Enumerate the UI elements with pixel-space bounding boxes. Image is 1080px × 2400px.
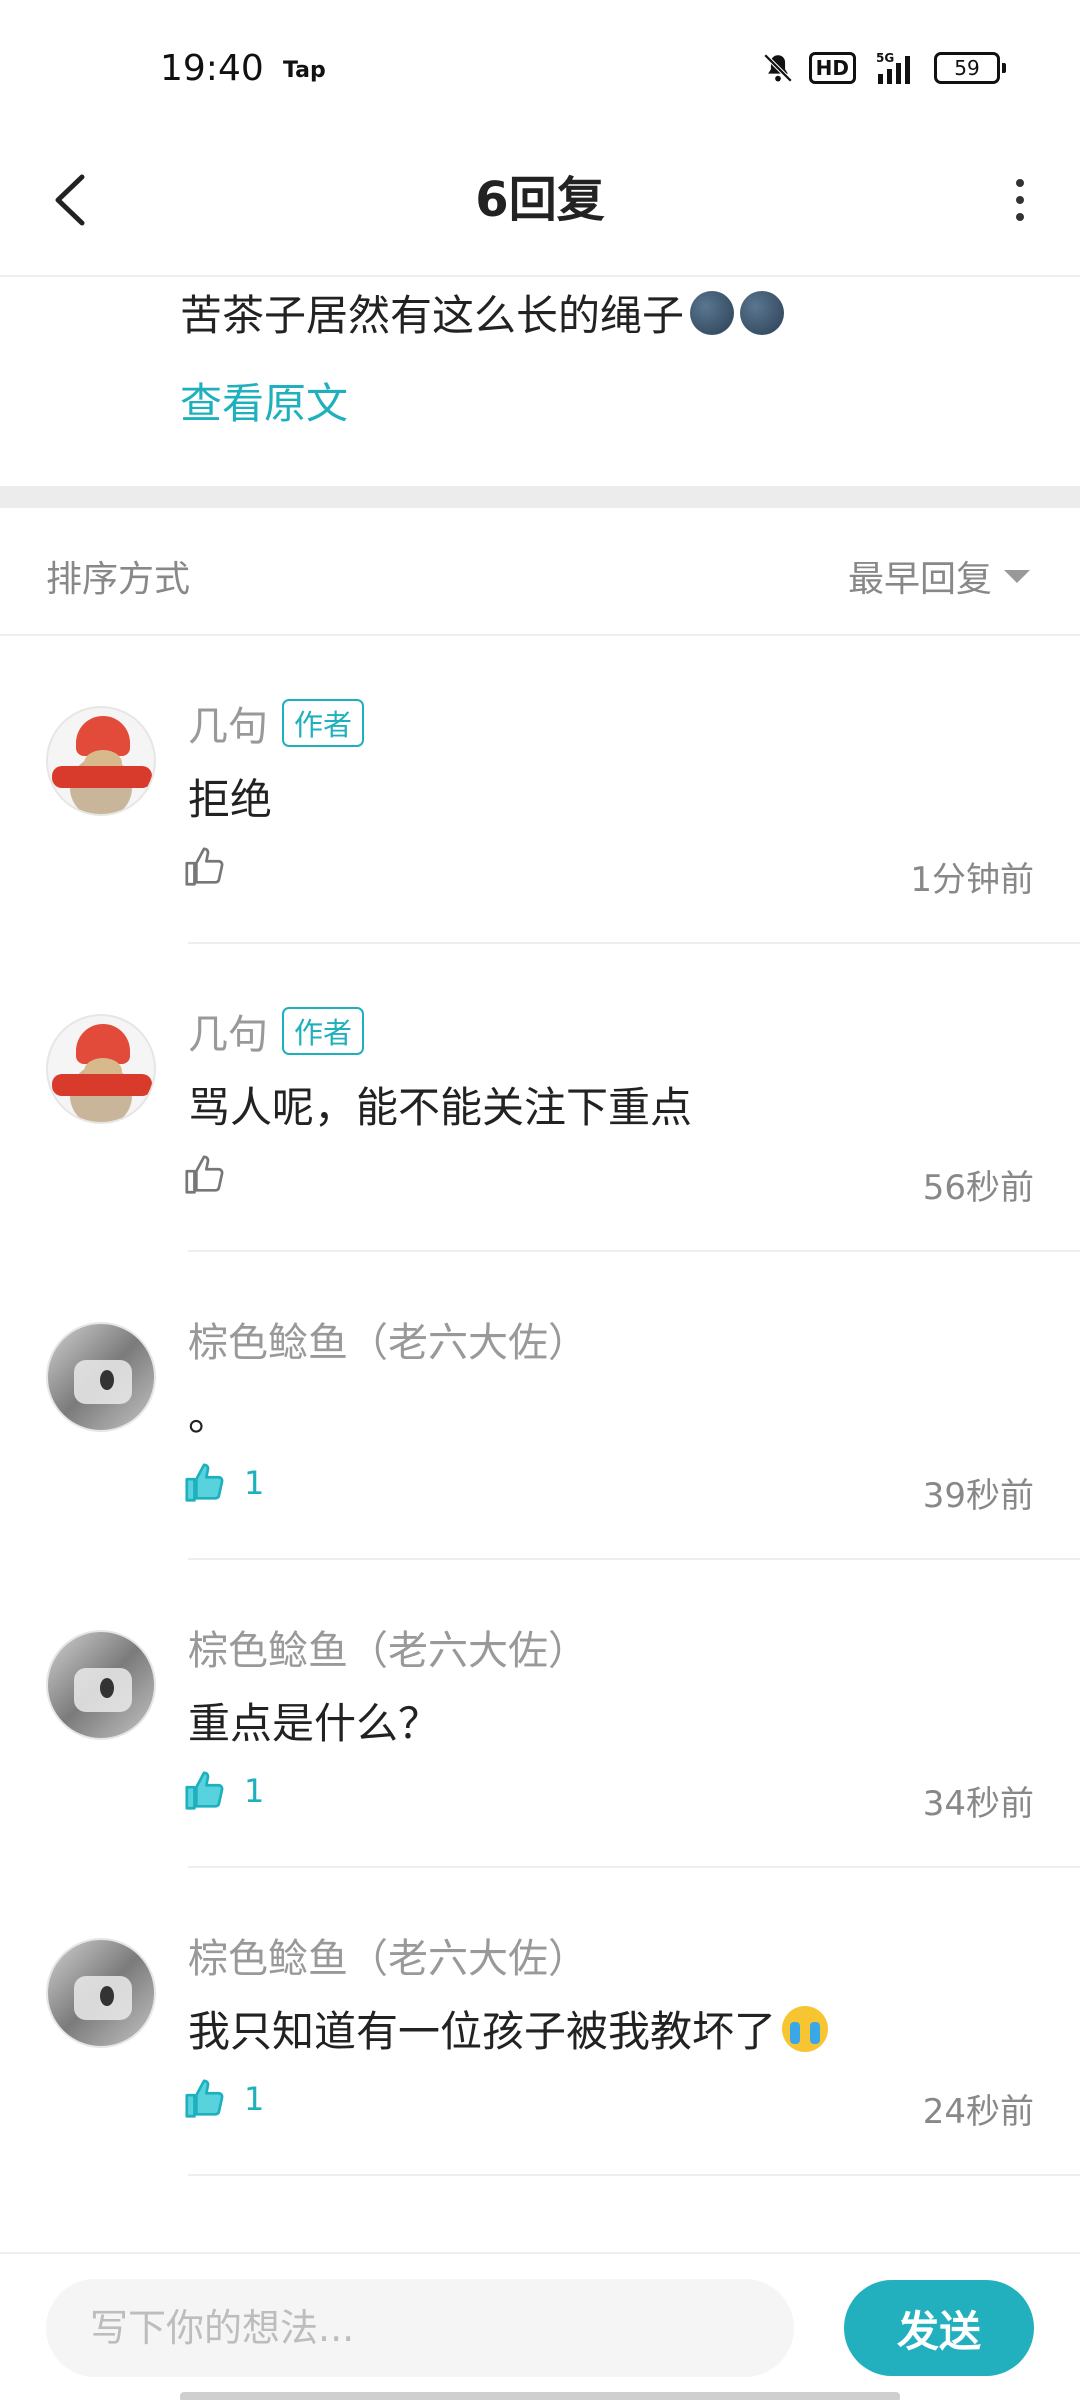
thumbs-up-icon (185, 1155, 224, 1194)
more-dot-icon (1016, 179, 1024, 187)
comment-text-content: 重点是什么？ (188, 1699, 441, 1748)
like-count: 1 (244, 2080, 265, 2118)
author-badge: 作者 (282, 699, 365, 747)
comment-author-name[interactable]: 几句 (188, 1002, 268, 1060)
comment-text: 重点是什么？ (188, 1690, 440, 1751)
avatar[interactable] (46, 1014, 156, 1124)
avatar[interactable] (46, 706, 156, 816)
like-button[interactable]: 1 (182, 2076, 264, 2122)
status-time: 19:40 (160, 48, 264, 89)
page-title: 6回复 (475, 172, 605, 228)
section-divider (0, 486, 1080, 508)
reply-input[interactable] (46, 2279, 794, 2377)
comment-time: 39秒前 (922, 1476, 1034, 1516)
top-bar: 6回复 (0, 130, 1080, 277)
hd-icon: HD (808, 52, 856, 84)
original-post-text: 苦茶子居然有这么长的绳子 (180, 282, 785, 343)
comment-time: 56秒前 (922, 1168, 1034, 1208)
status-icons: HD 5G 59 (761, 50, 1006, 86)
view-original-link[interactable]: 查看原文 (180, 370, 348, 431)
comment-time: 24秒前 (922, 2092, 1034, 2132)
comment-item: 几句 作者 骂人呢，能不能关注下重点 56秒前 (0, 944, 1080, 1252)
battery-icon: 59 (934, 52, 1006, 84)
avatar[interactable] (46, 1630, 156, 1740)
mute-bell-icon (763, 53, 792, 83)
moon-face-emoji-icon (740, 290, 785, 335)
comment-author-name[interactable]: 棕色鲶鱼（老六大佐） (188, 1310, 588, 1368)
comment-item: 棕色鲶鱼（老六大佐） 重点是什么？ 1 34秒前 (0, 1560, 1080, 1868)
comment-text-content: 拒绝 (188, 775, 273, 824)
like-button[interactable] (182, 1152, 244, 1198)
comment-text-content: 我只知道有一位孩子被我教坏了 (188, 2007, 777, 2056)
home-indicator (180, 2392, 900, 2400)
comment-text: 。 (188, 1382, 230, 1443)
comment-time: 34秒前 (922, 1784, 1034, 1824)
author-badge: 作者 (282, 1007, 365, 1055)
comment-text: 骂人呢，能不能关注下重点 (188, 1074, 692, 1135)
screen: 19:40 Tap HD 5G 59 6回复 苦茶子居然有这么长的绳子 查看原文… (0, 0, 1080, 2400)
thumbs-up-filled-icon (185, 1463, 224, 1502)
like-button[interactable] (182, 844, 244, 890)
more-options-button[interactable] (990, 165, 1050, 235)
like-button[interactable]: 1 (182, 1768, 264, 1814)
comment-text-content: 骂人呢，能不能关注下重点 (188, 1083, 693, 1132)
back-button[interactable] (40, 165, 110, 235)
comment-text-content: 。 (188, 1391, 231, 1440)
like-button[interactable]: 1 (182, 1460, 264, 1506)
like-count: 1 (244, 1772, 265, 1810)
dropdown-arrow-icon (1004, 569, 1030, 583)
comment-time: 1分钟前 (910, 860, 1034, 900)
status-tap-label: Tap (283, 58, 326, 83)
send-button[interactable]: 发送 (844, 2280, 1034, 2376)
sort-label: 排序方式 (46, 559, 191, 600)
comment-author-name[interactable]: 几句 (188, 694, 268, 752)
avatar[interactable] (46, 1322, 156, 1432)
avatar[interactable] (46, 1938, 156, 2048)
comment-author-name[interactable]: 棕色鲶鱼（老六大佐） (188, 1618, 588, 1676)
network-type: 5G (876, 51, 894, 65)
back-arrow-icon (55, 174, 85, 226)
comment-item: 棕色鲶鱼（老六大佐） 我只知道有一位孩子被我教坏了 1 24秒前 (0, 1868, 1080, 2176)
comment-author-name[interactable]: 棕色鲶鱼（老六大佐） (188, 1926, 588, 1984)
thumbs-up-icon (185, 847, 224, 886)
signal-5g-icon: 5G (876, 51, 910, 84)
status-bar: 19:40 Tap HD 5G 59 (0, 0, 1080, 130)
more-dot-icon (1016, 196, 1024, 204)
comment-item: 棕色鲶鱼（老六大佐） 。 1 39秒前 (0, 1252, 1080, 1560)
original-post-body: 苦茶子居然有这么长的绳子 (180, 291, 685, 340)
sort-row: 排序方式 最早回复 (0, 508, 1080, 636)
comment-item: 几句 作者 拒绝 1分钟前 (0, 636, 1080, 944)
thumbs-up-filled-icon (185, 1771, 224, 1810)
sort-dropdown[interactable]: 最早回复 (848, 550, 1030, 602)
divider (188, 2174, 1080, 2176)
sort-value: 最早回复 (847, 559, 992, 600)
moon-face-emoji-icon (690, 290, 735, 335)
thumbs-up-filled-icon (185, 2079, 224, 2118)
comment-text: 拒绝 (188, 766, 272, 827)
reply-input-bar: 发送 (0, 2252, 1080, 2400)
comment-text: 我只知道有一位孩子被我教坏了 (188, 1998, 829, 2059)
more-dot-icon (1016, 213, 1024, 221)
like-count: 1 (244, 1464, 265, 1502)
crying-face-emoji-icon (782, 2005, 829, 2052)
